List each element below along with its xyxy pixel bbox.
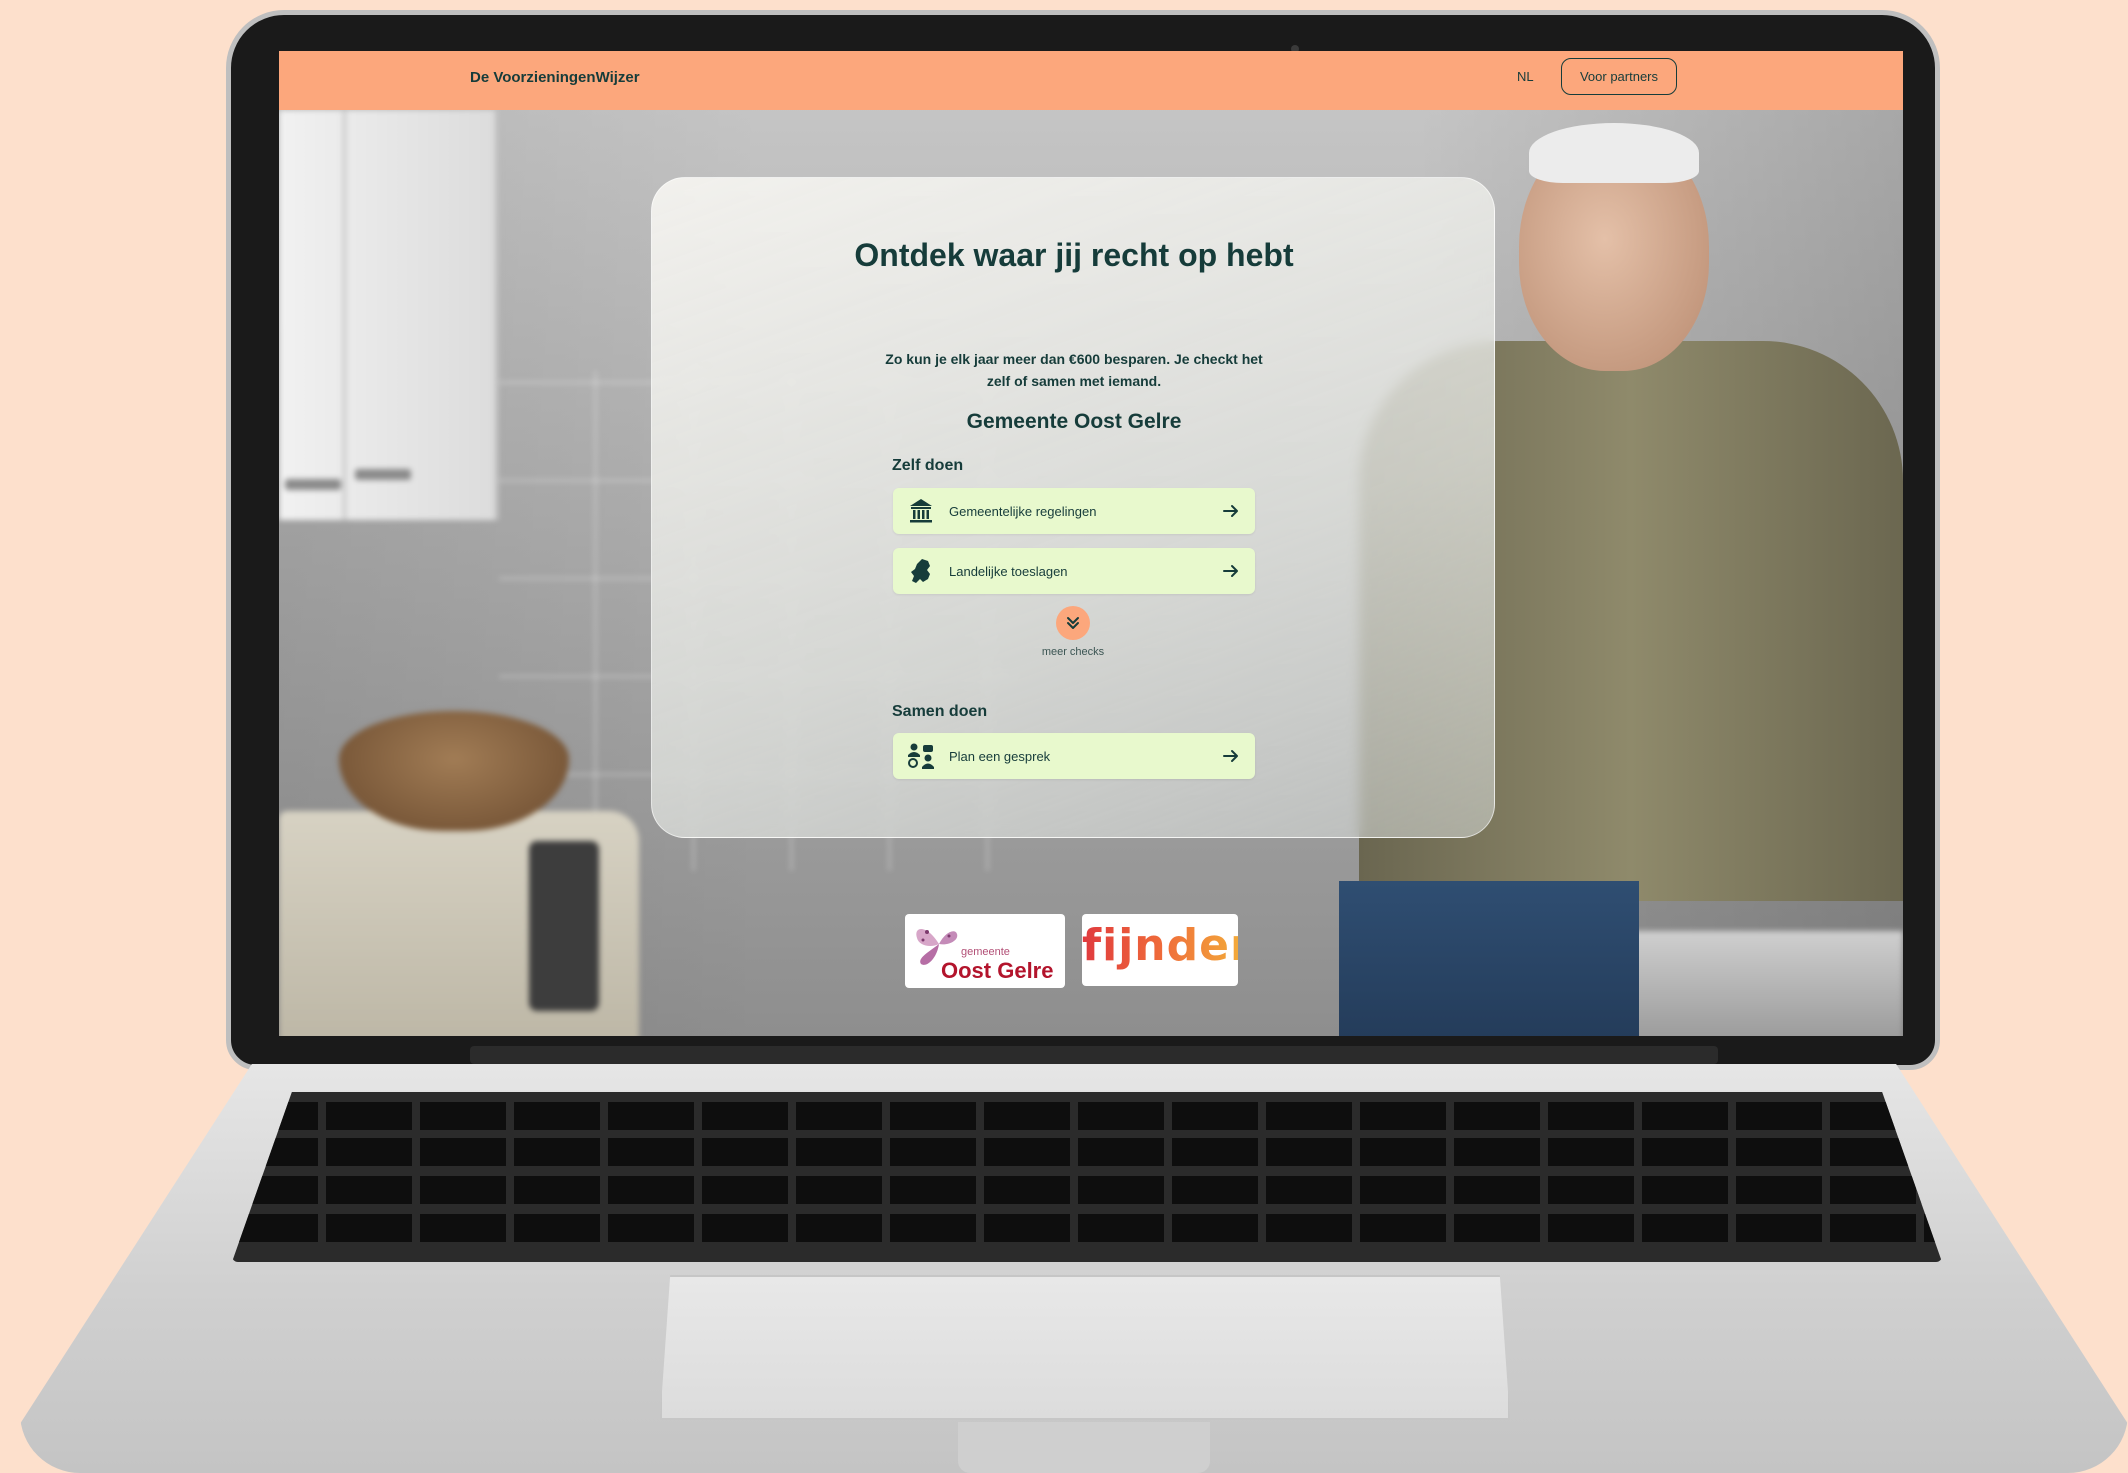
logo-small-text: gemeente	[961, 946, 1010, 958]
fijnder-text: fijnder	[1082, 920, 1238, 971]
more-checks-button[interactable]	[1056, 606, 1090, 640]
key-row	[232, 1138, 1942, 1166]
arrow-right-icon	[1221, 561, 1241, 581]
lid-notch	[958, 1422, 1210, 1473]
key-row	[232, 1176, 1942, 1204]
gemeentelijke-regelingen-button[interactable]: Gemeentelijke regelingen	[893, 488, 1255, 534]
keyboard	[232, 1092, 1942, 1262]
arrow-right-icon	[1221, 501, 1241, 521]
brand-link[interactable]: De VoorzieningenWijzer	[470, 69, 640, 86]
oost-gelre-logo[interactable]: gemeente Oost Gelre	[905, 914, 1065, 988]
double-chevron-down-icon	[1067, 617, 1079, 629]
page-title: Ontdek waar jij recht op hebt	[854, 237, 1294, 273]
government-building-icon	[907, 497, 935, 525]
partners-button[interactable]: Voor partners	[1561, 58, 1677, 95]
button-label: Landelijke toeslagen	[949, 563, 1068, 579]
fijnder-logo[interactable]: fijnder	[1082, 914, 1238, 986]
landelijke-toeslagen-button[interactable]: Landelijke toeslagen	[893, 548, 1255, 594]
laptop-screen: De VoorzieningenWijzer NL Voor partners …	[279, 51, 1903, 1036]
button-label: Gemeentelijke regelingen	[949, 503, 1097, 519]
laptop-hinge	[470, 1046, 1718, 1064]
together-section-label: Samen doen	[892, 703, 988, 720]
hero-subtitle: Zo kun je elk jaar meer dan €600 bespare…	[885, 351, 1263, 389]
self-section-label: Zelf doen	[892, 457, 964, 474]
key-row	[232, 1102, 1942, 1130]
language-switch[interactable]: NL	[1517, 69, 1534, 84]
key-row	[232, 1214, 1942, 1242]
netherlands-map-icon	[907, 557, 935, 585]
trackpad	[660, 1275, 1510, 1420]
top-nav: De VoorzieningenWijzer NL Voor partners	[279, 51, 1903, 110]
people-meeting-icon	[907, 742, 935, 770]
municipality-name: Gemeente Oost Gelre	[966, 410, 1182, 433]
logo-big-text: Oost Gelre	[941, 958, 1054, 983]
plan-gesprek-button[interactable]: Plan een gesprek	[893, 733, 1255, 779]
hero-card: Ontdek waar jij recht op hebt Zo kun je …	[651, 177, 1495, 838]
more-checks-label[interactable]: meer checks	[1012, 646, 1134, 658]
arrow-right-icon	[1221, 746, 1241, 766]
button-label: Plan een gesprek	[949, 748, 1051, 764]
